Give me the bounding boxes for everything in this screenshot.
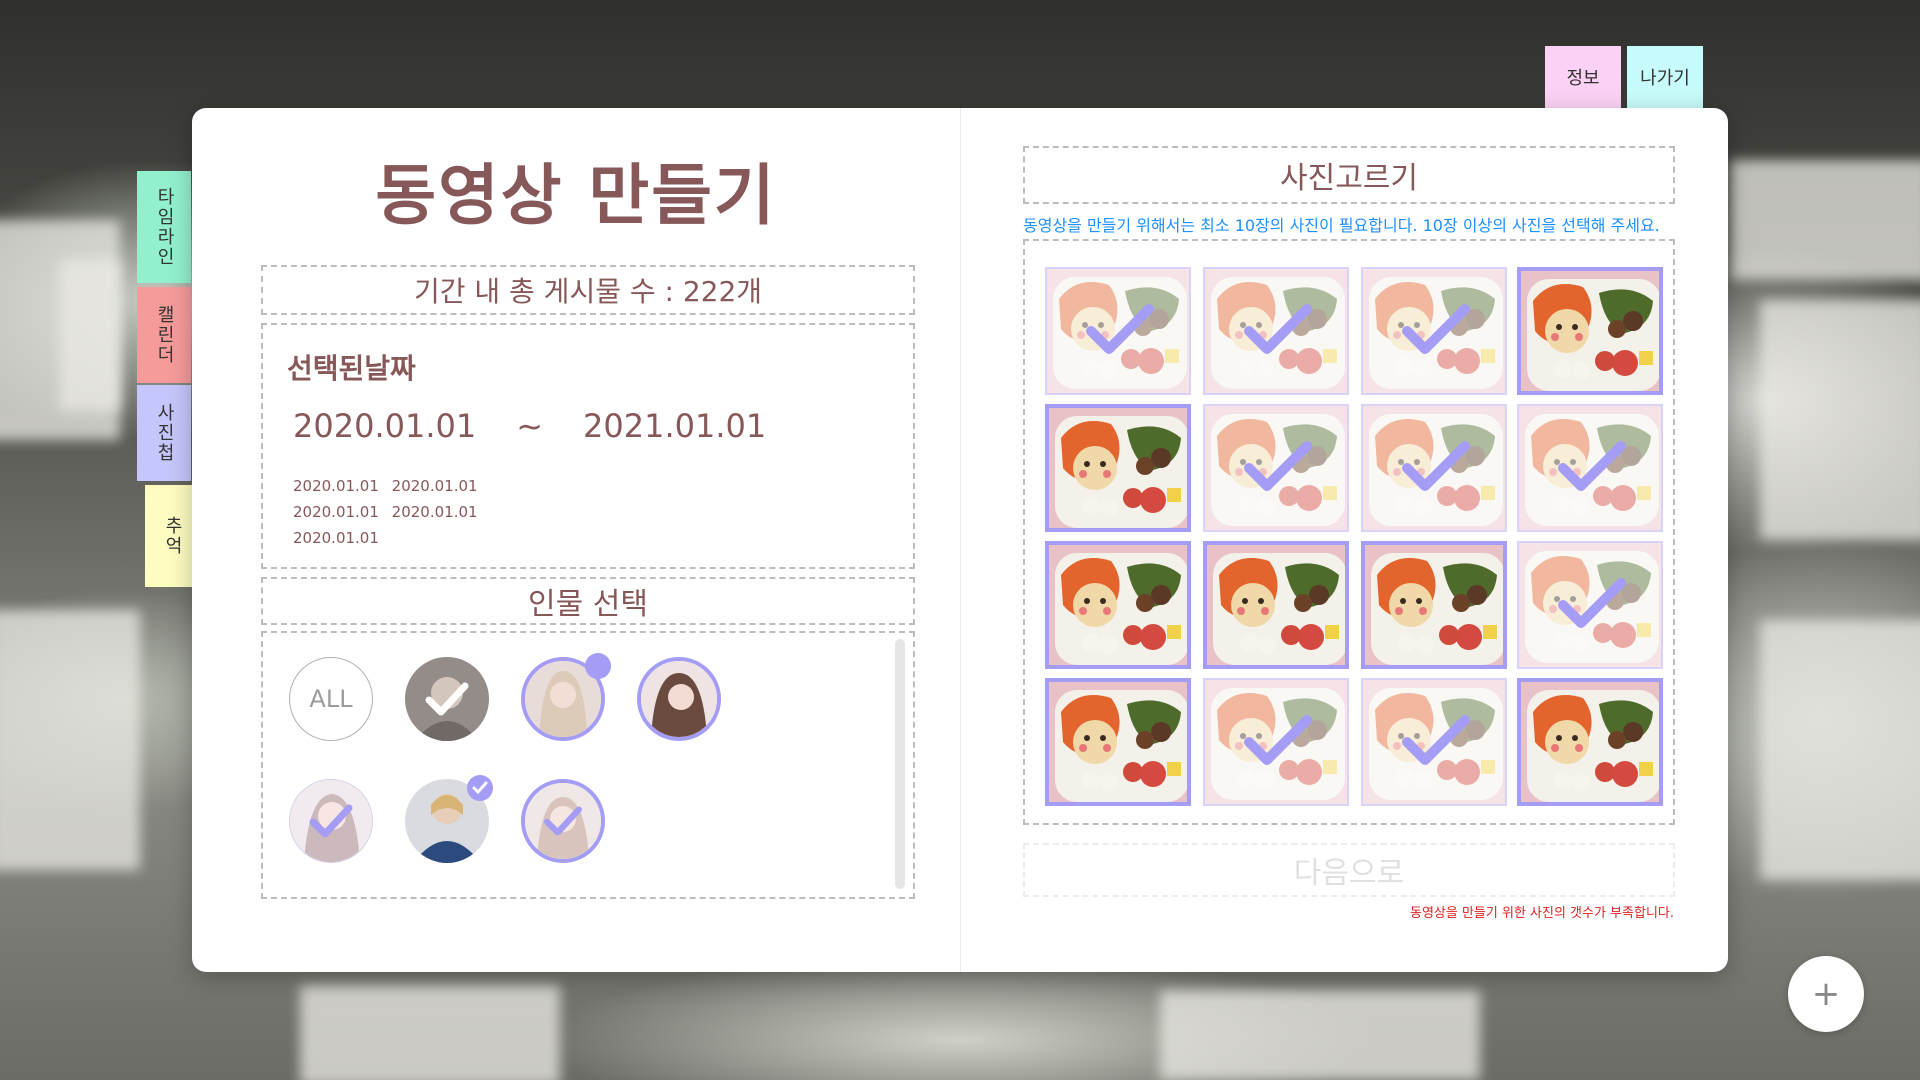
tab-album[interactable]: 사진첩 xyxy=(137,385,191,481)
exit-button[interactable]: 나가기 xyxy=(1627,46,1703,108)
photo-thumb-16[interactable] xyxy=(1517,678,1663,806)
check-icon xyxy=(525,783,601,859)
date-item: 2020.01.01 xyxy=(293,529,379,547)
range-end: 2021.01.01 xyxy=(583,407,767,445)
date-item: 2020.01.01 xyxy=(391,477,478,495)
photo-thumb-6[interactable] xyxy=(1203,404,1349,532)
people-scrollbar[interactable] xyxy=(895,639,905,889)
photo-count-warning: 동영상을 만들기 위한 사진의 갯수가 부족합니다. xyxy=(1410,906,1674,921)
range-start: 2020.01.01 xyxy=(293,407,477,445)
check-icon xyxy=(1244,304,1312,354)
selected-date-panel: 선택된날짜 2020.01.01 ~ 2021.01.01 2020.01.01… xyxy=(261,323,915,569)
selected-date-label: 선택된날짜 xyxy=(287,352,416,385)
check-icon xyxy=(1558,578,1626,628)
photo-thumb-7[interactable] xyxy=(1361,404,1507,532)
people-select-label: 인물 선택 xyxy=(261,577,915,625)
date-list: 2020.01.01 2020.01.01 2020.01.01 2020.01… xyxy=(293,473,583,551)
date-item: 2020.01.01 xyxy=(293,503,379,521)
photo-thumb-5[interactable] xyxy=(1045,404,1191,532)
book-panel: 동영상 만들기 기간 내 총 게시물 수 : 222개 선택된날짜 2020.0… xyxy=(192,108,1728,972)
avatar-person-1[interactable] xyxy=(405,657,489,741)
tab-timeline[interactable]: 타임라인 xyxy=(137,171,191,283)
photo-thumb-13[interactable] xyxy=(1045,678,1191,806)
tab-calendar[interactable]: 캘린더 xyxy=(137,287,191,383)
photo-select-title: 사진고르기 xyxy=(1023,146,1675,204)
info-button[interactable]: 정보 xyxy=(1545,46,1621,108)
avatar-photo xyxy=(641,661,717,737)
avatar-all[interactable]: ALL xyxy=(289,657,373,741)
add-button[interactable]: + xyxy=(1788,956,1864,1032)
date-item: 2020.01.01 xyxy=(293,477,379,495)
top-actions: 정보 나가기 xyxy=(1545,46,1703,108)
check-icon xyxy=(1244,441,1312,491)
check-icon xyxy=(1244,715,1312,765)
photo-thumb-14[interactable] xyxy=(1203,678,1349,806)
photo-notice: 동영상을 만들기 위해서는 최소 10장의 사진이 필요합니다. 10장 이상의… xyxy=(1023,216,1660,235)
book-spine xyxy=(960,108,961,972)
date-item: 2020.01.01 xyxy=(391,503,478,521)
selected-badge-icon xyxy=(585,653,611,679)
avatar-person-3[interactable] xyxy=(637,657,721,741)
check-icon xyxy=(1086,304,1154,354)
avatar-person-4[interactable] xyxy=(289,779,373,863)
next-button[interactable]: 다음으로 xyxy=(1023,843,1675,897)
photo-thumb-2[interactable] xyxy=(1203,267,1349,395)
photo-thumb-8[interactable] xyxy=(1517,404,1663,532)
check-icon xyxy=(1558,441,1626,491)
photo-thumb-15[interactable] xyxy=(1361,678,1507,806)
range-separator: ~ xyxy=(516,407,544,445)
avatar-person-6[interactable] xyxy=(521,779,605,863)
photo-thumb-1[interactable] xyxy=(1045,267,1191,395)
photo-thumb-10[interactable] xyxy=(1203,541,1349,669)
page-title: 동영상 만들기 xyxy=(375,157,777,234)
photo-thumb-3[interactable] xyxy=(1361,267,1507,395)
photo-grid xyxy=(1023,239,1675,825)
check-icon xyxy=(1402,715,1470,765)
photo-thumb-12[interactable] xyxy=(1517,541,1663,669)
check-icon xyxy=(290,780,372,862)
check-icon xyxy=(1402,441,1470,491)
check-icon xyxy=(1402,304,1470,354)
date-range: 2020.01.01 ~ 2021.01.01 xyxy=(293,407,766,445)
people-panel: ALL xyxy=(261,631,915,899)
photo-thumb-4[interactable] xyxy=(1517,267,1663,395)
photo-thumb-11[interactable] xyxy=(1361,541,1507,669)
tab-memories[interactable]: 추억 xyxy=(145,485,199,587)
check-badge-icon xyxy=(467,775,493,801)
photo-thumb-9[interactable] xyxy=(1045,541,1191,669)
check-icon xyxy=(405,657,489,741)
total-posts: 기간 내 총 게시물 수 : 222개 xyxy=(261,265,915,315)
